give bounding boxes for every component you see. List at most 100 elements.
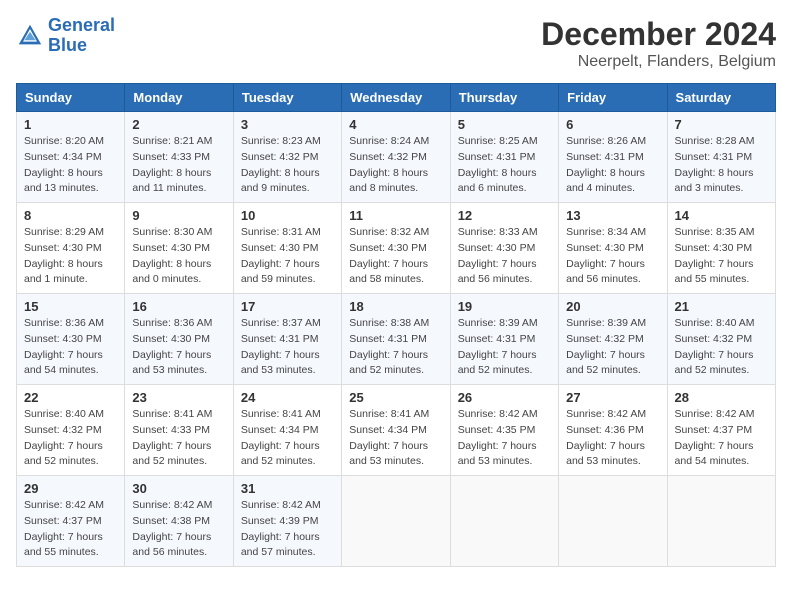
calendar-cell: 11 Sunrise: 8:32 AMSunset: 4:30 PMDayligh… [342, 203, 450, 294]
day-number: 19 [458, 299, 551, 314]
logo-icon [16, 22, 44, 50]
calendar-cell: 18 Sunrise: 8:38 AMSunset: 4:31 PMDayligh… [342, 294, 450, 385]
day-info: Sunrise: 8:42 AMSunset: 4:37 PMDaylight:… [24, 498, 117, 561]
day-info: Sunrise: 8:30 AMSunset: 4:30 PMDaylight:… [132, 225, 225, 288]
day-info: Sunrise: 8:41 AMSunset: 4:33 PMDaylight:… [132, 407, 225, 470]
calendar-body: 1 Sunrise: 8:20 AMSunset: 4:34 PMDaylight… [17, 112, 776, 567]
calendar-header-row: SundayMondayTuesdayWednesdayThursdayFrid… [17, 84, 776, 112]
column-header-wednesday: Wednesday [342, 84, 450, 112]
day-info: Sunrise: 8:41 AMSunset: 4:34 PMDaylight:… [349, 407, 442, 470]
day-info: Sunrise: 8:23 AMSunset: 4:32 PMDaylight:… [241, 134, 334, 197]
day-number: 14 [675, 208, 768, 223]
calendar-cell [667, 476, 775, 567]
calendar-cell: 14Sunrise: 8:35 AMSunset: 4:30 PMDayligh… [667, 203, 775, 294]
day-info: Sunrise: 8:36 AMSunset: 4:30 PMDaylight:… [24, 316, 117, 379]
day-number: 1 [24, 117, 117, 132]
calendar-cell: 22 Sunrise: 8:40 AMSunset: 4:32 PMDayligh… [17, 385, 125, 476]
day-info: Sunrise: 8:28 AMSunset: 4:31 PMDaylight:… [675, 134, 768, 197]
calendar-cell: 28 Sunrise: 8:42 AMSunset: 4:37 PMDayligh… [667, 385, 775, 476]
calendar-cell: 6 Sunrise: 8:26 AMSunset: 4:31 PMDaylight… [559, 112, 667, 203]
column-header-thursday: Thursday [450, 84, 558, 112]
calendar-cell: 23Sunrise: 8:41 AMSunset: 4:33 PMDayligh… [125, 385, 233, 476]
calendar-cell: 4 Sunrise: 8:24 AMSunset: 4:32 PMDaylight… [342, 112, 450, 203]
calendar-cell: 9 Sunrise: 8:30 AMSunset: 4:30 PMDaylight… [125, 203, 233, 294]
calendar-cell [559, 476, 667, 567]
day-number: 4 [349, 117, 442, 132]
day-info: Sunrise: 8:41 AMSunset: 4:34 PMDaylight:… [241, 407, 334, 470]
logo-text: General Blue [48, 16, 115, 56]
day-info: Sunrise: 8:42 AMSunset: 4:35 PMDaylight:… [458, 407, 551, 470]
day-info: Sunrise: 8:39 AMSunset: 4:31 PMDaylight:… [458, 316, 551, 379]
week-row-3: 15 Sunrise: 8:36 AMSunset: 4:30 PMDayligh… [17, 294, 776, 385]
calendar-cell: 25 Sunrise: 8:41 AMSunset: 4:34 PMDayligh… [342, 385, 450, 476]
calendar-cell: 8Sunrise: 8:29 AMSunset: 4:30 PMDaylight… [17, 203, 125, 294]
calendar-cell: 13 Sunrise: 8:34 AMSunset: 4:30 PMDayligh… [559, 203, 667, 294]
calendar-cell: 19 Sunrise: 8:39 AMSunset: 4:31 PMDayligh… [450, 294, 558, 385]
main-title: December 2024 [541, 16, 776, 53]
calendar-cell: 1 Sunrise: 8:20 AMSunset: 4:34 PMDaylight… [17, 112, 125, 203]
calendar-cell [450, 476, 558, 567]
day-number: 20 [566, 299, 659, 314]
header: General Blue December 2024 Neerpelt, Fla… [16, 16, 776, 71]
subtitle: Neerpelt, Flanders, Belgium [541, 53, 776, 71]
calendar-cell: 7 Sunrise: 8:28 AMSunset: 4:31 PMDaylight… [667, 112, 775, 203]
day-number: 11 [349, 208, 442, 223]
day-number: 29 [24, 481, 117, 496]
week-row-2: 8Sunrise: 8:29 AMSunset: 4:30 PMDaylight… [17, 203, 776, 294]
day-info: Sunrise: 8:42 AMSunset: 4:39 PMDaylight:… [241, 498, 334, 561]
day-number: 7 [675, 117, 768, 132]
day-info: Sunrise: 8:24 AMSunset: 4:32 PMDaylight:… [349, 134, 442, 197]
day-number: 12 [458, 208, 551, 223]
title-block: December 2024 Neerpelt, Flanders, Belgiu… [541, 16, 776, 71]
day-info: Sunrise: 8:42 AMSunset: 4:37 PMDaylight:… [675, 407, 768, 470]
day-info: Sunrise: 8:31 AMSunset: 4:30 PMDaylight:… [241, 225, 334, 288]
day-number: 6 [566, 117, 659, 132]
calendar-cell: 17Sunrise: 8:37 AMSunset: 4:31 PMDayligh… [233, 294, 341, 385]
day-info: Sunrise: 8:32 AMSunset: 4:30 PMDaylight:… [349, 225, 442, 288]
day-number: 10 [241, 208, 334, 223]
day-number: 30 [132, 481, 225, 496]
day-number: 25 [349, 390, 442, 405]
day-info: Sunrise: 8:21 AMSunset: 4:33 PMDaylight:… [132, 134, 225, 197]
day-number: 16 [132, 299, 225, 314]
day-info: Sunrise: 8:29 AMSunset: 4:30 PMDaylight:… [24, 225, 117, 288]
day-info: Sunrise: 8:20 AMSunset: 4:34 PMDaylight:… [24, 134, 117, 197]
day-info: Sunrise: 8:38 AMSunset: 4:31 PMDaylight:… [349, 316, 442, 379]
day-number: 24 [241, 390, 334, 405]
day-number: 22 [24, 390, 117, 405]
column-header-tuesday: Tuesday [233, 84, 341, 112]
day-number: 31 [241, 481, 334, 496]
day-info: Sunrise: 8:37 AMSunset: 4:31 PMDaylight:… [241, 316, 334, 379]
calendar-cell: 15 Sunrise: 8:36 AMSunset: 4:30 PMDayligh… [17, 294, 125, 385]
day-info: Sunrise: 8:33 AMSunset: 4:30 PMDaylight:… [458, 225, 551, 288]
day-number: 9 [132, 208, 225, 223]
day-number: 27 [566, 390, 659, 405]
week-row-5: 29 Sunrise: 8:42 AMSunset: 4:37 PMDayligh… [17, 476, 776, 567]
week-row-4: 22 Sunrise: 8:40 AMSunset: 4:32 PMDayligh… [17, 385, 776, 476]
day-number: 3 [241, 117, 334, 132]
calendar-cell: 24 Sunrise: 8:41 AMSunset: 4:34 PMDayligh… [233, 385, 341, 476]
day-info: Sunrise: 8:40 AMSunset: 4:32 PMDaylight:… [24, 407, 117, 470]
calendar-cell: 20Sunrise: 8:39 AMSunset: 4:32 PMDayligh… [559, 294, 667, 385]
day-number: 28 [675, 390, 768, 405]
day-number: 26 [458, 390, 551, 405]
calendar-cell: 10 Sunrise: 8:31 AMSunset: 4:30 PMDayligh… [233, 203, 341, 294]
day-info: Sunrise: 8:34 AMSunset: 4:30 PMDaylight:… [566, 225, 659, 288]
day-number: 18 [349, 299, 442, 314]
column-header-sunday: Sunday [17, 84, 125, 112]
calendar-cell: 12 Sunrise: 8:33 AMSunset: 4:30 PMDayligh… [450, 203, 558, 294]
day-info: Sunrise: 8:42 AMSunset: 4:36 PMDaylight:… [566, 407, 659, 470]
calendar-cell: 21Sunrise: 8:40 AMSunset: 4:32 PMDayligh… [667, 294, 775, 385]
calendar-cell: 5Sunrise: 8:25 AMSunset: 4:31 PMDaylight… [450, 112, 558, 203]
day-info: Sunrise: 8:26 AMSunset: 4:31 PMDaylight:… [566, 134, 659, 197]
day-number: 2 [132, 117, 225, 132]
day-number: 13 [566, 208, 659, 223]
day-info: Sunrise: 8:36 AMSunset: 4:30 PMDaylight:… [132, 316, 225, 379]
column-header-friday: Friday [559, 84, 667, 112]
calendar-cell: 3 Sunrise: 8:23 AMSunset: 4:32 PMDaylight… [233, 112, 341, 203]
day-number: 15 [24, 299, 117, 314]
calendar-cell: 27 Sunrise: 8:42 AMSunset: 4:36 PMDayligh… [559, 385, 667, 476]
calendar-table: SundayMondayTuesdayWednesdayThursdayFrid… [16, 83, 776, 567]
day-info: Sunrise: 8:42 AMSunset: 4:38 PMDaylight:… [132, 498, 225, 561]
calendar-cell: 30 Sunrise: 8:42 AMSunset: 4:38 PMDayligh… [125, 476, 233, 567]
